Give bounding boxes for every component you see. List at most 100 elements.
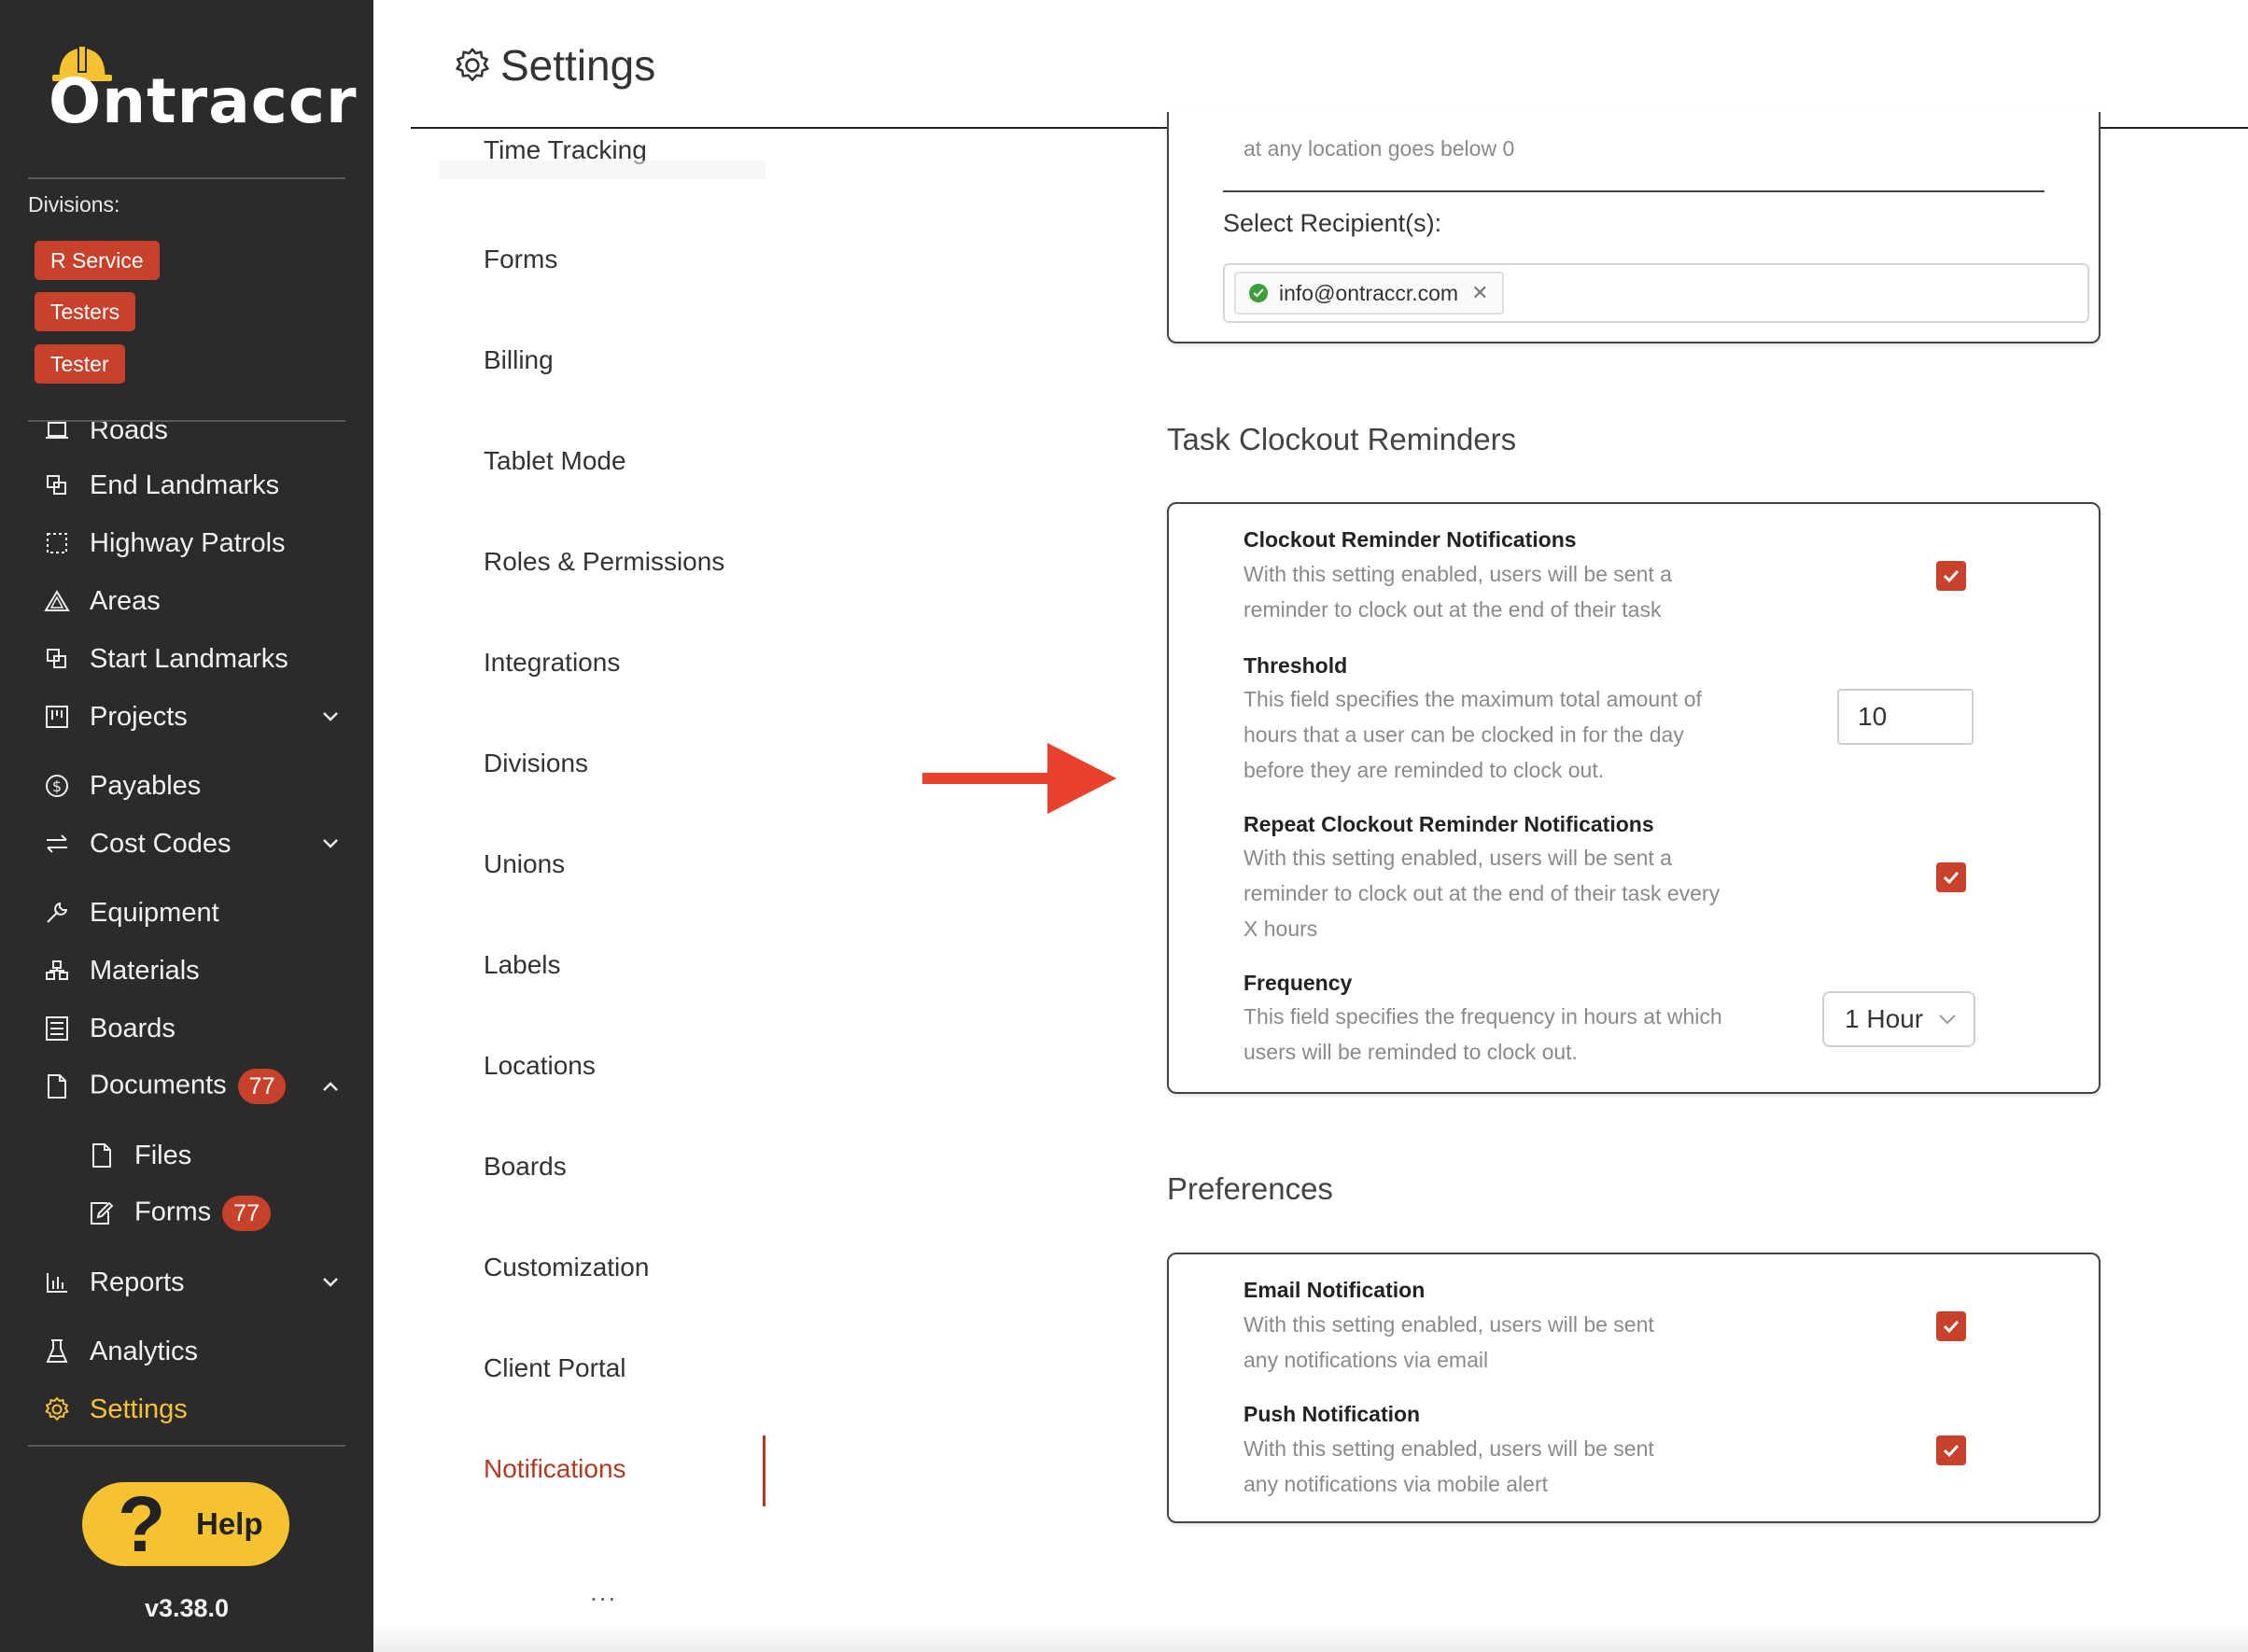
settings-nav-item-forms[interactable]: Forms: [484, 245, 557, 274]
settings-nav-item-divisions[interactable]: Divisions: [484, 749, 588, 778]
divisions-label: Divisions:: [28, 192, 120, 217]
sidebar-item-end-landmarks[interactable]: End Landmarks: [0, 462, 373, 509]
sidebar-item-label: Start Landmarks: [90, 643, 288, 674]
materials-icon: [41, 955, 73, 987]
push-notification-title: Push Notification: [1243, 1402, 1421, 1426]
settings-nav-item-tablet-mode[interactable]: Tablet Mode: [484, 446, 626, 476]
chevron-up-icon[interactable]: [317, 1073, 344, 1099]
division-badge-testers[interactable]: Testers: [35, 292, 136, 331]
settings-nav-item-client-portal[interactable]: Client Portal: [484, 1353, 626, 1383]
sidebar-item-highway-patrols[interactable]: Highway Patrols: [0, 520, 373, 567]
sidebar-item-roads[interactable]: Roads: [0, 422, 373, 444]
recipient-select[interactable]: info@ontraccr.com ✕: [1223, 263, 2089, 323]
sidebar-item-cost-codes[interactable]: Cost Codes: [0, 820, 373, 867]
close-icon[interactable]: ✕: [1471, 281, 1488, 305]
push-notification-checkbox[interactable]: [1936, 1435, 1966, 1465]
sidebar-item-boards[interactable]: Boards: [0, 1005, 373, 1052]
threshold-title: Threshold: [1243, 653, 1348, 678]
document-icon: [41, 1071, 73, 1102]
repeat-reminder-desc: With this setting enabled, users will be…: [1243, 846, 1721, 941]
frequency-value: 1 Hour: [1845, 1004, 1924, 1033]
area-icon: [41, 585, 73, 617]
frequency-desc: This field specifies the frequency in ho…: [1243, 1004, 1722, 1064]
sidebar-item-settings[interactable]: Settings: [0, 1386, 373, 1433]
email-notification-title: Email Notification: [1243, 1278, 1426, 1302]
preferences-section-title: Preferences: [1167, 1171, 1333, 1206]
task-clockout-card: Clockout Reminder Notifications With thi…: [1167, 502, 2100, 1094]
landmark-icon: [41, 643, 73, 675]
sidebar-item-label: Highway Patrols: [90, 527, 286, 558]
sidebar-item-analytics[interactable]: Analytics: [0, 1328, 373, 1375]
clockout-reminder-title: Clockout Reminder Notifications: [1243, 527, 1577, 552]
chevron-down-icon[interactable]: [317, 831, 344, 857]
chevron-down-icon[interactable]: [317, 1269, 344, 1295]
sidebar-item-label: Roads: [90, 422, 168, 444]
landmark-icon: [41, 469, 73, 501]
chart-icon: [41, 1267, 73, 1298]
settings-nav-item-boards[interactable]: Boards: [484, 1152, 567, 1182]
settings-nav-more: ...: [590, 1577, 618, 1606]
gear-icon: [41, 1393, 73, 1425]
sidebar-item-documents[interactable]: Documents 77: [0, 1063, 373, 1110]
settings-nav-item-billing[interactable]: Billing: [484, 345, 554, 375]
sidebar-item-files[interactable]: Files: [0, 1132, 373, 1179]
patrol-icon: [41, 527, 73, 559]
sidebar-item-materials[interactable]: Materials: [0, 947, 373, 994]
sidebar-item-label: Cost Codes: [90, 828, 232, 859]
settings-nav-item-locations[interactable]: Locations: [484, 1051, 596, 1081]
projects-icon: [41, 701, 73, 733]
sidebar-item-label-text: Forms: [134, 1197, 212, 1227]
email-notification-checkbox[interactable]: [1936, 1311, 1966, 1341]
division-badge-r-service[interactable]: R Service: [35, 241, 160, 280]
question-icon: ?: [118, 1480, 166, 1568]
ontraccr-logo[interactable]: Ontraccr: [49, 41, 357, 137]
frequency-select[interactable]: 1 Hour: [1822, 991, 1975, 1047]
forms-count-badge: 77: [222, 1196, 271, 1231]
threshold-desc: This field specifies the maximum total a…: [1243, 687, 1702, 782]
settings-nav-item-roles-permissions[interactable]: Roles & Permissions: [484, 547, 724, 577]
board-icon: [41, 1013, 73, 1044]
clockout-reminder-desc: With this setting enabled, users will be…: [1243, 562, 1672, 622]
sidebar-item-projects[interactable]: Projects: [0, 693, 373, 740]
settings-nav-item-integrations[interactable]: Integrations: [484, 648, 620, 678]
sidebar-divider: [28, 177, 345, 179]
low-stock-desc: at any location goes below 0: [1243, 136, 1515, 161]
repeat-reminder-checkbox[interactable]: [1936, 862, 1966, 892]
clockout-reminder-checkbox[interactable]: [1936, 561, 1966, 591]
chevron-down-icon[interactable]: [317, 704, 344, 730]
recipient-label: Select Recipient(s):: [1223, 209, 1442, 237]
threshold-input[interactable]: 10: [1837, 689, 1974, 745]
documents-count-badge: 77: [237, 1069, 287, 1104]
settings-nav-item-customization[interactable]: Customization: [484, 1253, 649, 1282]
sidebar-item-label-text: Documents: [90, 1070, 227, 1100]
task-clockout-section-title: Task Clockout Reminders: [1167, 422, 1517, 456]
check-icon: [1943, 1444, 1960, 1458]
sidebar-item-start-landmarks[interactable]: Start Landmarks: [0, 636, 373, 682]
recipient-email: info@ontraccr.com: [1279, 280, 1459, 305]
email-notification-desc: With this setting enabled, users will be…: [1243, 1312, 1654, 1372]
sidebar-item-equipment[interactable]: Equipment: [0, 889, 373, 936]
swap-icon: [41, 828, 73, 860]
sidebar-item-payables[interactable]: $ Payables: [0, 763, 373, 809]
settings-nav-item-notifications[interactable]: Notifications: [484, 1454, 626, 1484]
sidebar-item-label: Equipment: [90, 897, 219, 928]
chevron-down-icon: [1939, 1015, 1956, 1025]
flask-icon: [41, 1336, 73, 1367]
check-icon: [1943, 1320, 1960, 1334]
help-button[interactable]: ? Help: [82, 1482, 289, 1566]
sidebar-item-forms[interactable]: Forms 77: [0, 1190, 373, 1237]
division-badge-tester[interactable]: Tester: [35, 344, 125, 384]
sidebar-item-areas[interactable]: Areas: [0, 578, 373, 624]
sidebar-item-reports[interactable]: Reports: [0, 1259, 373, 1306]
sidebar-item-label: Projects: [90, 701, 188, 732]
settings-nav-item-unions[interactable]: Unions: [484, 849, 565, 879]
page-title-text: Settings: [500, 41, 656, 90]
settings-nav-scroll-fade: [439, 161, 766, 179]
settings-nav-item-labels[interactable]: Labels: [484, 950, 561, 980]
help-label: Help: [196, 1506, 263, 1541]
sidebar-item-label: Settings: [90, 1393, 188, 1424]
push-notification-desc: With this setting enabled, users will be…: [1243, 1436, 1654, 1496]
dollar-icon: $: [41, 770, 73, 802]
sidebar-item-label: Forms 77: [134, 1196, 271, 1231]
red-arrow-annotation: [922, 743, 1117, 814]
